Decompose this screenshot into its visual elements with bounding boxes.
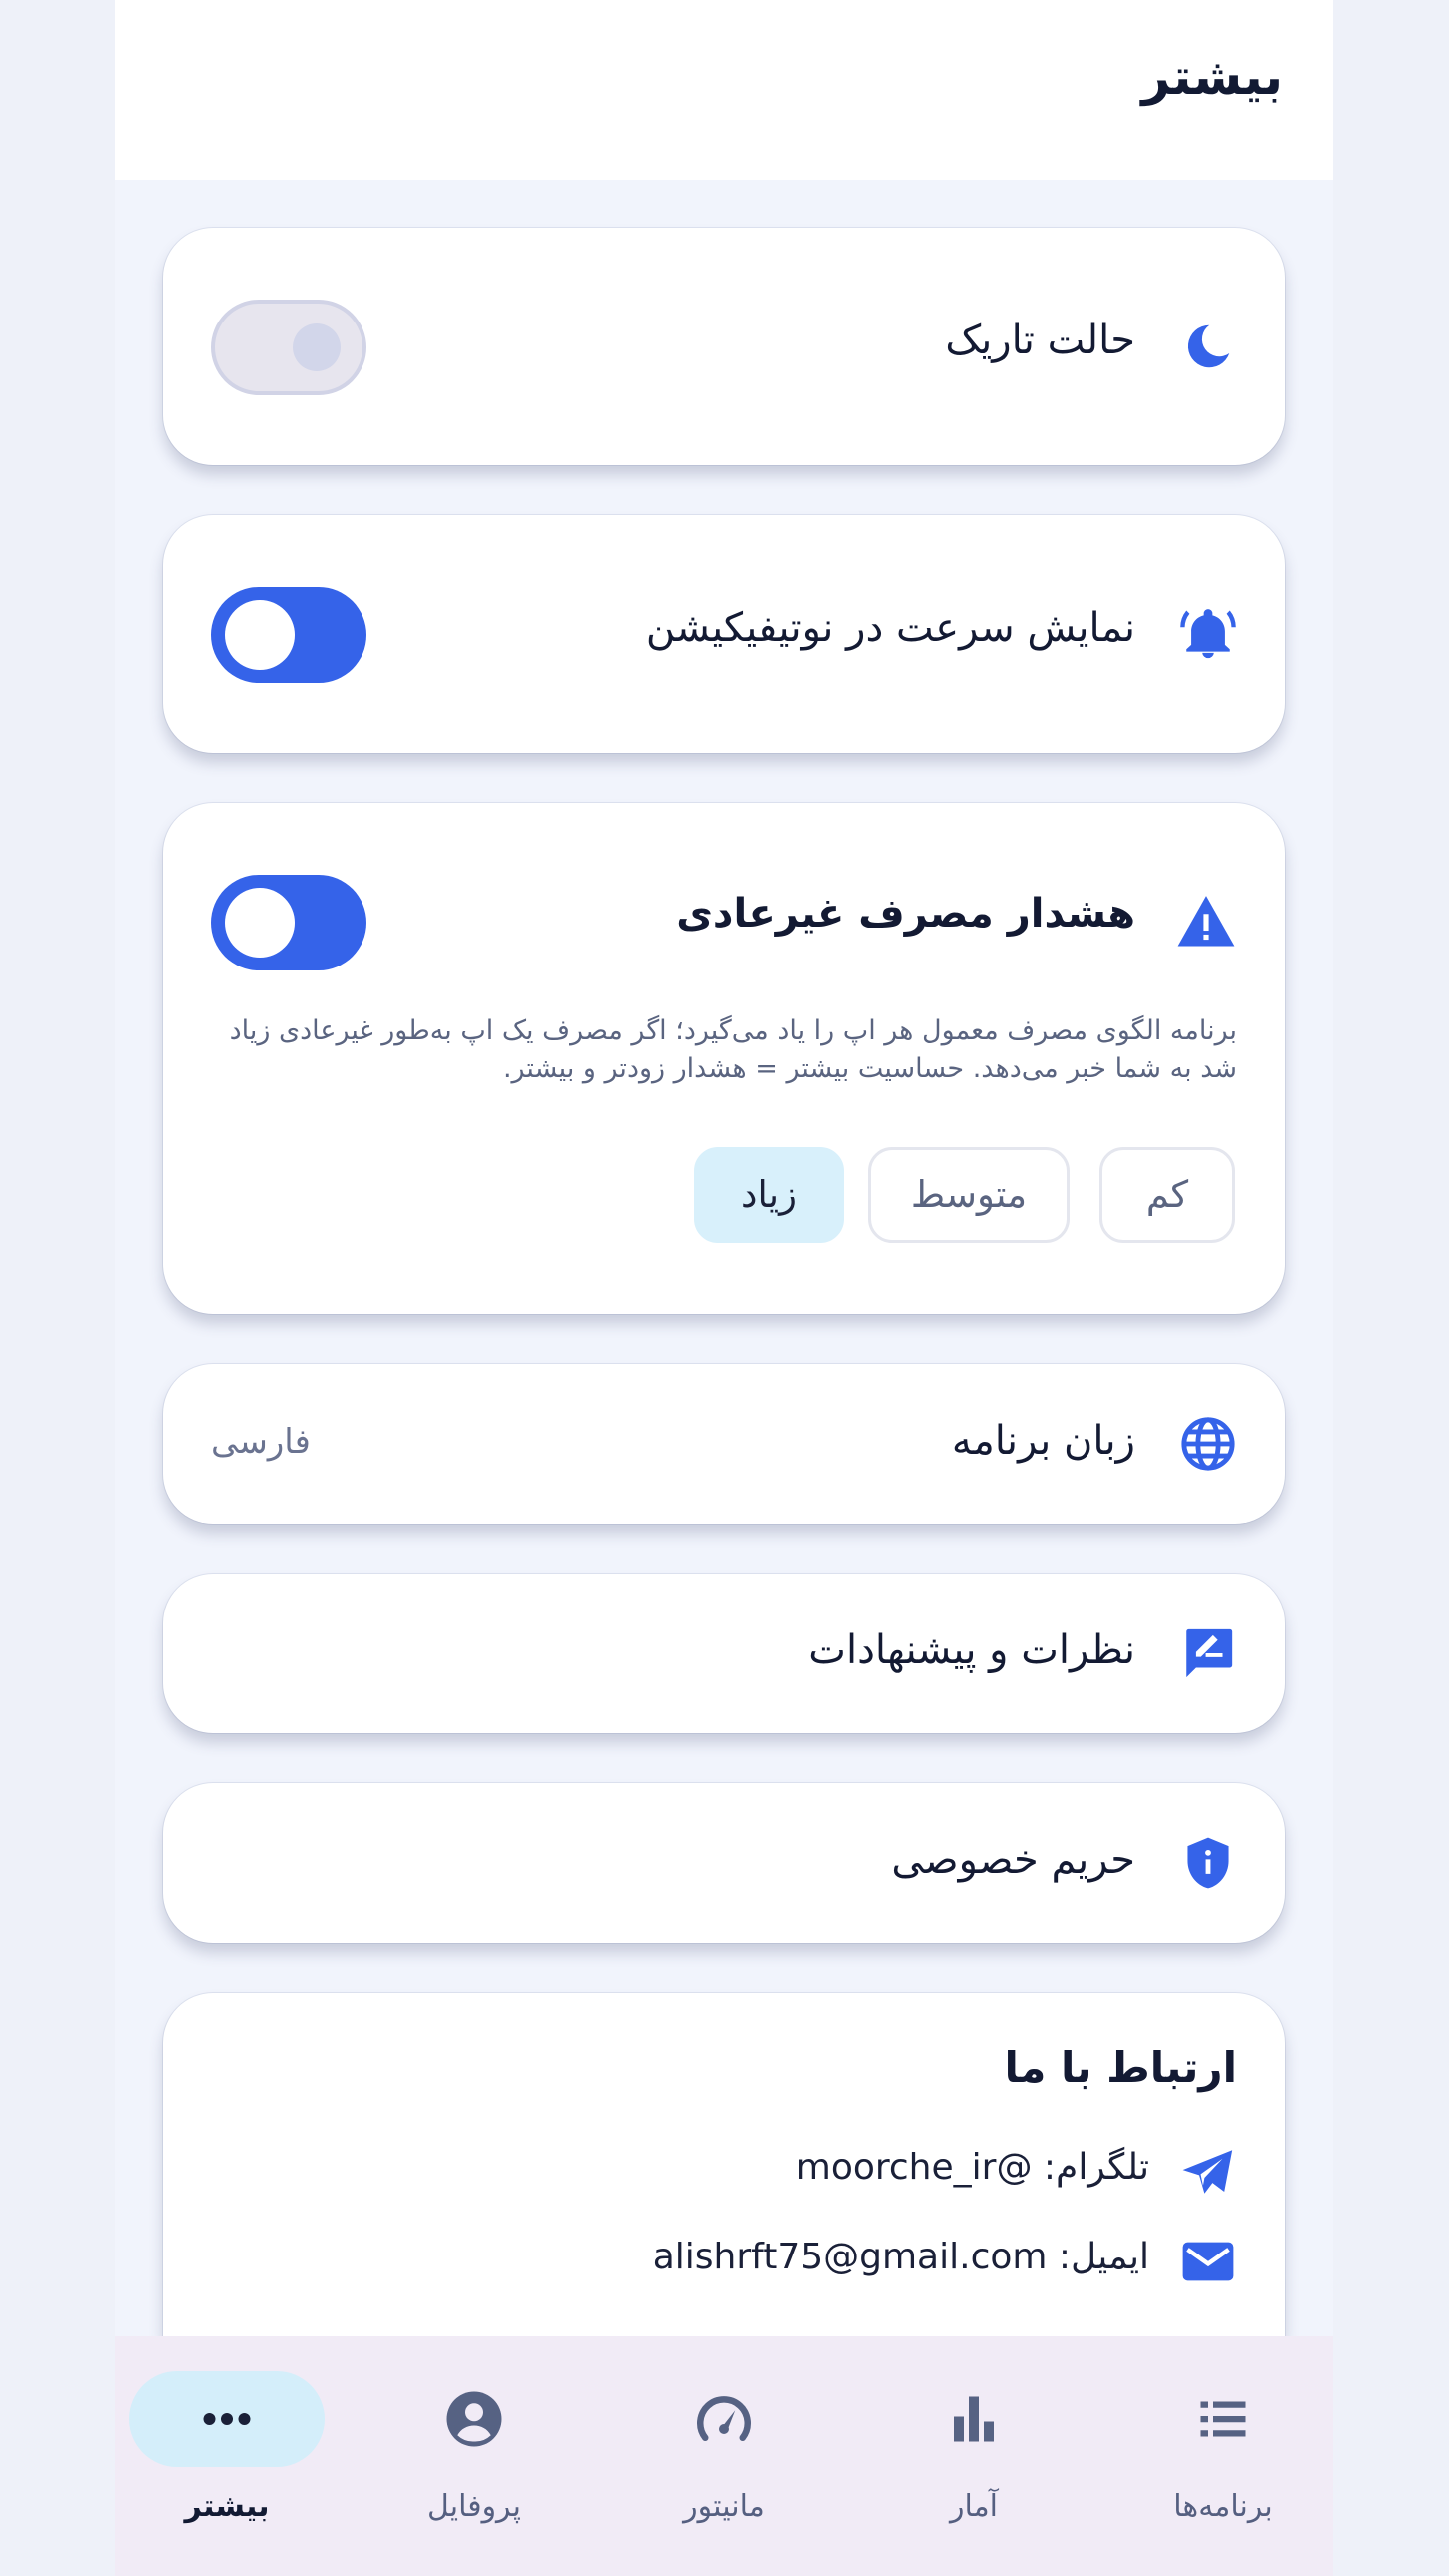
sensitivity-low-option[interactable]: کم [1099, 1147, 1235, 1243]
app-bar: بیشتر [115, 0, 1333, 180]
nav-apps[interactable]: برنامه‌ها [1123, 2371, 1323, 2541]
dark-mode-card: حالت تاریک [163, 228, 1285, 465]
notification-speed-card: نمایش سرعت در نوتیفیکیشن [163, 515, 1285, 753]
globe-icon [1179, 1415, 1237, 1473]
nav-more-label: بیشتر [184, 2489, 270, 2524]
notification-speed-label: نمایش سرعت در نوتیفیکیشن [645, 605, 1135, 651]
nav-apps-label: برنامه‌ها [1173, 2489, 1273, 2524]
toggle-knob [293, 323, 341, 371]
abnormal-usage-card: هشدار مصرف غیرعادی برنامه الگوی مصرف معم… [163, 803, 1285, 1314]
bell-icon [1179, 605, 1237, 663]
shield-icon [1179, 1834, 1237, 1892]
profile-icon [444, 2389, 504, 2449]
nav-profile-label: پروفایل [427, 2489, 521, 2524]
sensitivity-high-option[interactable]: زیاد [694, 1147, 844, 1243]
feedback-icon [1179, 1624, 1237, 1682]
telegram-row[interactable]: تلگرام: @moorche_ir [538, 2141, 1237, 2201]
feedback-card[interactable]: نظرات و پیشنهادات [163, 1574, 1285, 1733]
email-text: ایمیل: alishrft75@gmail.com [652, 2237, 1149, 2277]
nav-monitor-label: مانیتور [683, 2489, 765, 2524]
sensitivity-medium-option[interactable]: متوسط [868, 1147, 1070, 1243]
privacy-label: حریم خصوصی [891, 1837, 1135, 1883]
moon-icon [1179, 318, 1237, 375]
mail-icon [1179, 2233, 1237, 2290]
language-card[interactable]: زبان برنامه فارسی [163, 1364, 1285, 1524]
more-icon [197, 2389, 257, 2449]
language-label: زبان برنامه [951, 1418, 1135, 1464]
bottom-navigation: برنامه‌ها آمار مانیتور پروفایل [115, 2336, 1333, 2576]
dark-mode-label: حالت تاریک [945, 318, 1135, 363]
speedometer-icon [694, 2389, 754, 2449]
bar-chart-icon [944, 2389, 1004, 2449]
notification-speed-toggle[interactable] [211, 587, 366, 683]
abnormal-usage-description: برنامه الگوی مصرف معمول هر اپ را یاد می‌… [229, 1015, 1237, 1084]
language-value: فارسی [211, 1422, 311, 1462]
screen: بیشتر حالت تاریک نمایش سرعت در نوتیفیکیش… [115, 0, 1333, 2576]
toggle-knob [225, 600, 295, 670]
feedback-label: نظرات و پیشنهادات [808, 1627, 1135, 1673]
nav-stats[interactable]: آمار [874, 2371, 1074, 2541]
nav-profile[interactable]: پروفایل [374, 2371, 574, 2541]
contact-title: ارتباط با ما [1004, 2043, 1237, 2092]
contact-card: ارتباط با ما تلگرام: @moorche_ir ایمیل: … [163, 1993, 1285, 2336]
toggle-knob [225, 888, 295, 958]
abnormal-usage-title: هشدار مصرف غیرعادی [676, 891, 1135, 937]
nav-stats-label: آمار [949, 2489, 999, 2524]
list-icon [1193, 2389, 1253, 2449]
nav-monitor[interactable]: مانیتور [624, 2371, 824, 2541]
warning-icon [1175, 891, 1237, 953]
abnormal-usage-toggle[interactable] [211, 875, 366, 970]
telegram-text: تلگرام: @moorche_ir [795, 2147, 1149, 2188]
page-title: بیشتر [1141, 48, 1283, 106]
telegram-icon [1179, 2143, 1237, 2201]
privacy-card[interactable]: حریم خصوصی [163, 1783, 1285, 1943]
nav-more[interactable]: بیشتر [127, 2371, 327, 2541]
email-row[interactable]: ایمیل: alishrft75@gmail.com [538, 2231, 1237, 2290]
dark-mode-toggle[interactable] [211, 300, 366, 395]
